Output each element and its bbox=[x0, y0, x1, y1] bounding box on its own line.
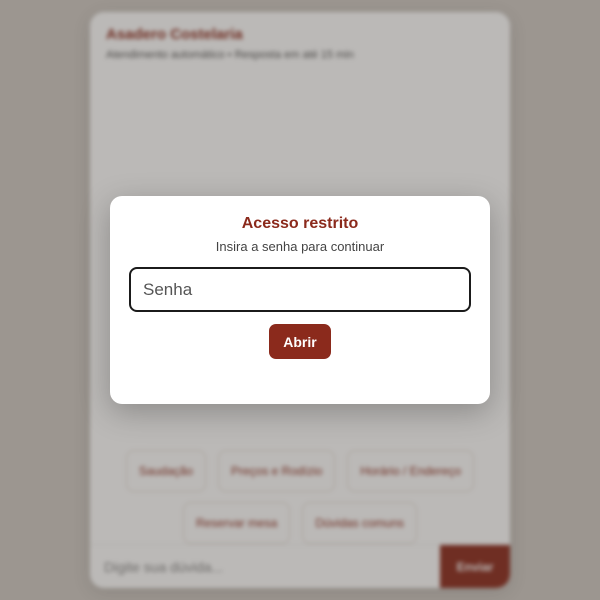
open-button[interactable]: Abrir bbox=[269, 324, 331, 359]
dialog-title: Acesso restrito bbox=[241, 215, 359, 232]
access-dialog: Acesso restrito Insira a senha para cont… bbox=[110, 196, 490, 404]
dialog-subtitle: Insira a senha para continuar bbox=[215, 239, 385, 254]
password-input[interactable] bbox=[129, 267, 471, 312]
